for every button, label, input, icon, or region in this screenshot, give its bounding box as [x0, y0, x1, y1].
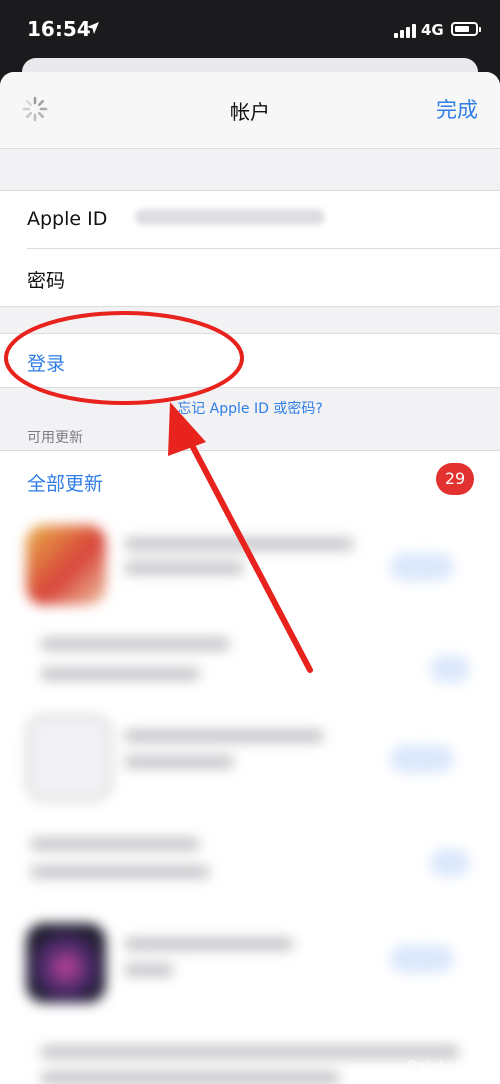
update-button[interactable] [390, 945, 454, 973]
sign-in-button[interactable]: 登录 [27, 349, 65, 376]
list-item [40, 1071, 340, 1084]
status-time: 16:54 [27, 17, 91, 41]
password-row[interactable]: 密码 [27, 249, 500, 306]
list-item [30, 865, 210, 879]
nav-bar: 帐户 完成 [0, 72, 500, 149]
signal-icon [394, 24, 416, 38]
password-label: 密码 [27, 270, 66, 292]
status-bar: 16:54 4G [0, 0, 500, 62]
list-item [40, 637, 230, 651]
app-icon [26, 715, 112, 801]
blurred-app-list [0, 519, 500, 1084]
done-button[interactable]: 完成 [436, 94, 478, 124]
list-item [40, 667, 200, 681]
update-button[interactable] [430, 849, 470, 877]
battery-icon [451, 22, 481, 36]
app-icon [26, 525, 106, 605]
apple-id-row[interactable]: Apple ID [27, 191, 500, 249]
apple-id-field[interactable] [135, 209, 325, 225]
update-button[interactable] [390, 745, 454, 773]
updates-list: 全部更新 29 [0, 450, 500, 1084]
list-item [124, 937, 294, 951]
list-item [124, 963, 174, 977]
account-form: Apple ID 密码 [0, 190, 500, 307]
sign-in-row[interactable]: 登录 [0, 333, 500, 388]
list-item [30, 837, 200, 851]
account-sheet: 帐户 完成 Apple ID 密码 登录 忘记 Apple ID 或密码? 可用… [0, 72, 500, 1084]
section-header-updates: 可用更新 [27, 430, 83, 446]
update-all-button[interactable]: 全部更新 [27, 469, 103, 496]
apple-id-label: Apple ID [27, 208, 108, 230]
list-item [40, 1045, 460, 1059]
network-type: 4G [421, 21, 444, 39]
forgot-password-link[interactable]: 忘记 Apple ID 或密码? [0, 398, 500, 418]
watermark-logo: Bai du 经验 [407, 1059, 484, 1075]
list-item [124, 561, 244, 575]
nav-title: 帐户 [230, 100, 270, 124]
list-item [124, 755, 234, 769]
list-item [124, 537, 354, 551]
update-button[interactable] [390, 553, 454, 581]
update-count-badge: 29 [436, 463, 474, 495]
update-button[interactable] [430, 655, 470, 683]
location-arrow-icon [87, 22, 99, 34]
app-icon [26, 923, 106, 1003]
list-item [124, 729, 324, 743]
